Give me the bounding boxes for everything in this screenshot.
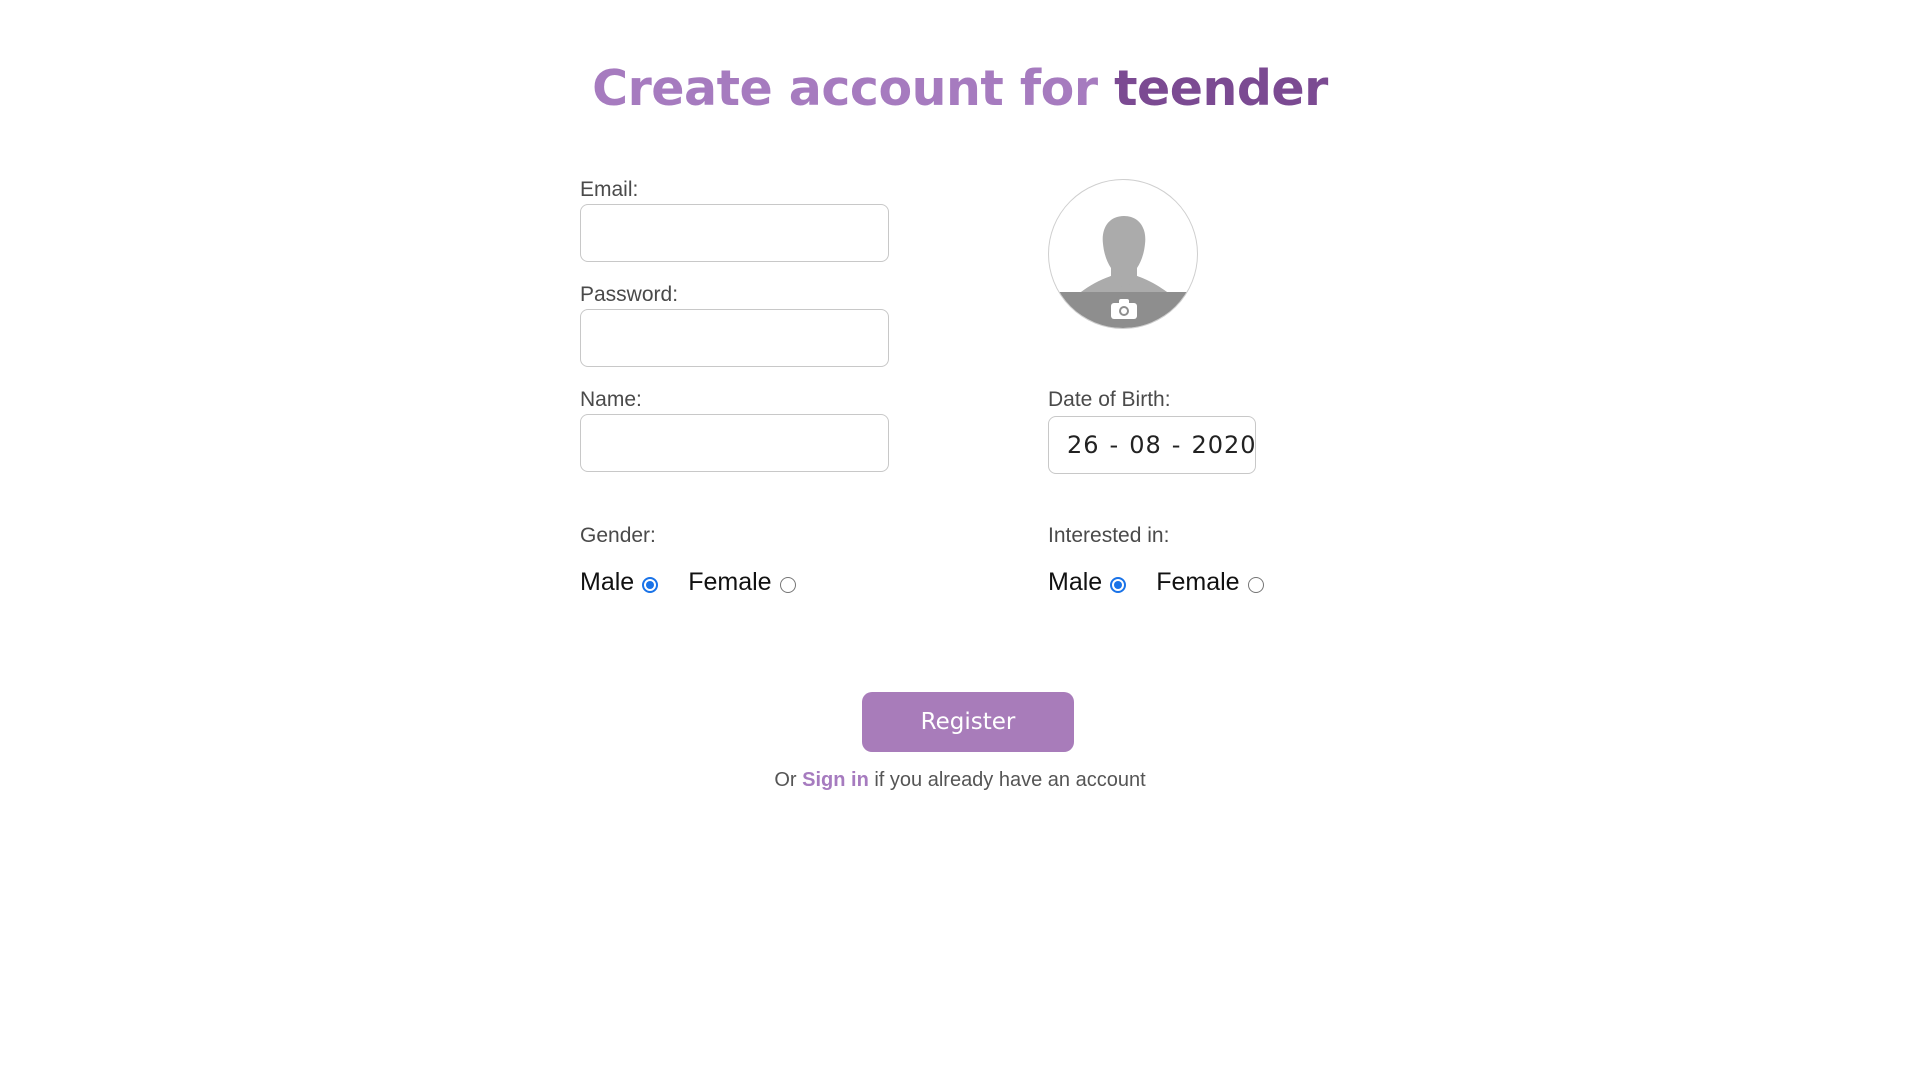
brand-name: teender [1114, 60, 1328, 117]
interested-male-label: Male [1048, 568, 1103, 596]
gender-radio-group: Male Female [580, 568, 826, 597]
gender-label: Gender: [580, 524, 656, 547]
interested-male-radio[interactable] [1110, 576, 1127, 593]
gender-male-label: Male [580, 568, 635, 596]
gender-female-radio[interactable] [779, 576, 796, 593]
interested-option-female[interactable]: Female [1156, 568, 1264, 597]
page-title: Create account for teender [0, 60, 1920, 117]
interested-radio-group: Male Female [1048, 568, 1294, 597]
interested-female-label: Female [1156, 568, 1240, 596]
dob-separator: - [1171, 431, 1182, 459]
password-field[interactable] [580, 309, 889, 367]
interested-female-radio[interactable] [1247, 576, 1264, 593]
camera-icon [1111, 299, 1137, 319]
interested-option-male[interactable]: Male [1048, 568, 1127, 597]
name-field[interactable] [580, 414, 889, 472]
signin-prompt: Or Sign in if you already have an accoun… [0, 769, 1920, 792]
dob-month[interactable]: 08 [1129, 431, 1162, 459]
gender-option-male[interactable]: Male [580, 568, 659, 597]
signin-prefix: Or [774, 769, 803, 791]
email-label: Email: [580, 178, 639, 201]
signin-suffix: if you already have an account [868, 769, 1146, 791]
interested-label: Interested in: [1048, 524, 1170, 547]
email-field[interactable] [580, 204, 889, 262]
avatar-upload[interactable] [1048, 179, 1198, 329]
dob-label: Date of Birth: [1048, 388, 1171, 411]
password-label: Password: [580, 283, 679, 306]
name-label: Name: [580, 388, 642, 411]
dob-separator: - [1109, 431, 1120, 459]
dob-input[interactable]: 26 - 08 - 2020 [1048, 416, 1256, 474]
gender-male-radio[interactable] [642, 576, 659, 593]
gender-female-label: Female [688, 568, 772, 596]
dob-day[interactable]: 26 [1067, 431, 1100, 459]
signin-link[interactable]: Sign in [802, 769, 869, 791]
dob-year[interactable]: 2020 [1191, 431, 1256, 459]
gender-option-female[interactable]: Female [688, 568, 796, 597]
title-prefix: Create account for [592, 60, 1115, 117]
register-button[interactable]: Register [862, 692, 1074, 752]
